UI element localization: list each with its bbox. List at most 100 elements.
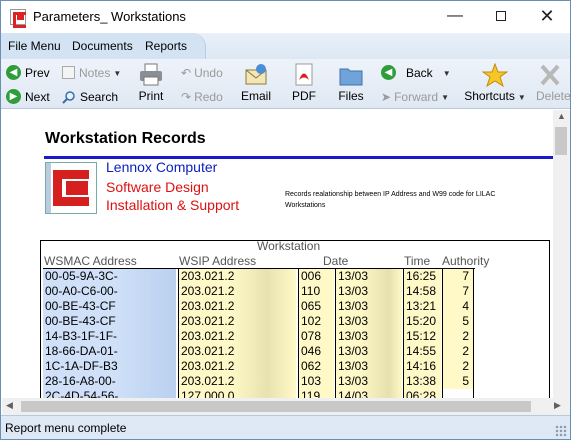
cell-workstation: 102 [298, 314, 334, 329]
delete-button[interactable]: Delete [536, 63, 570, 103]
cell-ip: 203.021.2 [178, 359, 296, 374]
scroll-right-icon[interactable]: ▶ [554, 400, 561, 411]
vertical-scrollbar[interactable]: ▲ [553, 110, 570, 398]
cell-time: 16:25 [403, 269, 441, 284]
print-button[interactable]: Print [136, 63, 166, 103]
back-button[interactable]: ◀ Back ▼ [381, 65, 451, 81]
minimize-button[interactable]: — [432, 1, 478, 33]
header-date: Date [323, 254, 349, 268]
window-title: Parameters_ Workstations [33, 9, 186, 24]
report-view[interactable]: Workstation Records Lennox Computer Soft… [2, 110, 553, 398]
cell-authority: 4 [442, 299, 474, 314]
cell-ip: 127.000.0 [178, 389, 296, 398]
close-button[interactable]: ✕ [524, 1, 570, 33]
menu-documents[interactable]: Documents [72, 39, 133, 53]
header-authority: Authority [442, 254, 490, 268]
cell-mac: 2C-4D-54-56- [43, 389, 176, 398]
app-logo-icon [10, 9, 26, 28]
cell-mac: 00-05-9A-3C- [43, 269, 176, 284]
search-icon [62, 90, 76, 104]
undo-icon: ↶ [181, 65, 192, 80]
search-button[interactable]: Search [62, 89, 118, 104]
maximize-icon [496, 10, 506, 21]
header-workstation: Workstation [257, 239, 321, 253]
cell-ip: 203.021.2 [178, 269, 296, 284]
cell-date: 13/03 [335, 314, 402, 329]
report-title: Workstation Records [45, 130, 206, 147]
files-button[interactable]: Files [335, 63, 367, 103]
forward-button[interactable]: ➤ Forward ▼ [381, 89, 449, 104]
cell-ip: 203.021.2 [178, 299, 296, 314]
header-mac: WSMAC Address [44, 254, 137, 268]
cell-workstation: 065 [298, 299, 334, 314]
cell-mac: 28-16-A8-00- [43, 374, 176, 389]
cell-workstation: 110 [298, 284, 334, 299]
cell-workstation: 103 [298, 374, 334, 389]
horizontal-scrollbar[interactable]: ◀ ▶ [2, 398, 570, 415]
arrow-left-icon: ◀ [6, 65, 21, 81]
header-ip: WSIP Address [179, 254, 257, 268]
company-logo [45, 162, 97, 214]
cell-mac: 18-66-DA-01- [43, 344, 176, 359]
scroll-left-icon[interactable]: ◀ [6, 400, 13, 411]
cell-mac: 14-B3-1F-1F- [43, 329, 176, 344]
redo-button[interactable]: ↷ Redo [181, 89, 223, 104]
delete-icon [540, 64, 560, 86]
status-bar: Report menu complete [1, 415, 570, 439]
star-icon [482, 63, 508, 87]
cell-ip: 203.021.2 [178, 344, 296, 359]
cell-authority: 7 [442, 269, 474, 284]
scroll-up-icon[interactable]: ▲ [553, 111, 570, 121]
pdf-button[interactable]: PDF [289, 63, 319, 103]
horizontal-scroll-thumb[interactable] [21, 401, 531, 412]
cell-ip: 203.021.2 [178, 329, 296, 344]
cell-date: 14/03 [335, 389, 402, 398]
chevron-down-icon: ▼ [441, 93, 449, 102]
company-tagline-2: Installation & Support [106, 197, 240, 213]
vertical-scroll-thumb[interactable] [555, 127, 567, 155]
cell-mac: 00-BE-43-CF [43, 299, 176, 314]
menu-bar: File Menu Documents Reports [1, 33, 570, 59]
cell-time: 15:20 [403, 314, 441, 329]
cell-authority: 7 [442, 284, 474, 299]
cell-date: 13/03 [335, 299, 402, 314]
minimize-icon: — [447, 7, 463, 24]
cell-ip: 203.021.2 [178, 314, 296, 329]
cell-workstation: 062 [298, 359, 334, 374]
menu-file[interactable]: File Menu [8, 39, 61, 53]
arrow-right-icon: ➤ [381, 89, 392, 104]
cell-mac: 00-BE-43-CF [43, 314, 176, 329]
shortcuts-button[interactable]: Shortcuts ▼ [461, 63, 529, 103]
email-button[interactable]: Email [239, 63, 273, 103]
arrow-left-icon: ◀ [381, 65, 396, 81]
notes-icon [62, 66, 75, 80]
company-name: Lennox Computer [106, 159, 218, 175]
resize-grip-icon[interactable] [555, 425, 567, 437]
close-icon: ✕ [539, 6, 555, 26]
company-tagline-1: Software Design [106, 179, 209, 195]
cell-date: 13/03 [335, 374, 402, 389]
printer-icon [140, 63, 162, 86]
cell-authority [442, 389, 474, 398]
cell-workstation: 046 [298, 344, 334, 359]
cell-time: 15:12 [403, 329, 441, 344]
title-bar[interactable]: Parameters_ Workstations — ✕ [1, 1, 570, 33]
menu-reports[interactable]: Reports [145, 39, 187, 53]
toolbar: ◀ Prev ▶ Next Notes ▼ Search Print ↶ Undo ↷ R… [1, 59, 570, 109]
prev-button[interactable]: ◀ Prev [6, 65, 50, 81]
chevron-down-icon: ▼ [442, 69, 451, 78]
cell-date: 13/03 [335, 344, 402, 359]
cell-workstation: 078 [298, 329, 334, 344]
cell-date: 13/03 [335, 329, 402, 344]
cell-ip: 203.021.2 [178, 374, 296, 389]
cell-authority: 2 [442, 359, 474, 374]
cell-time: 13:21 [403, 299, 441, 314]
maximize-button[interactable] [478, 1, 524, 33]
cell-time: 14:58 [403, 284, 441, 299]
redo-icon: ↷ [181, 89, 192, 104]
cell-time: 13:38 [403, 374, 441, 389]
cell-workstation: 119 [298, 389, 334, 398]
next-button[interactable]: ▶ Next [6, 89, 50, 105]
notes-button[interactable]: Notes ▼ [62, 65, 121, 80]
undo-button[interactable]: ↶ Undo [181, 65, 223, 80]
